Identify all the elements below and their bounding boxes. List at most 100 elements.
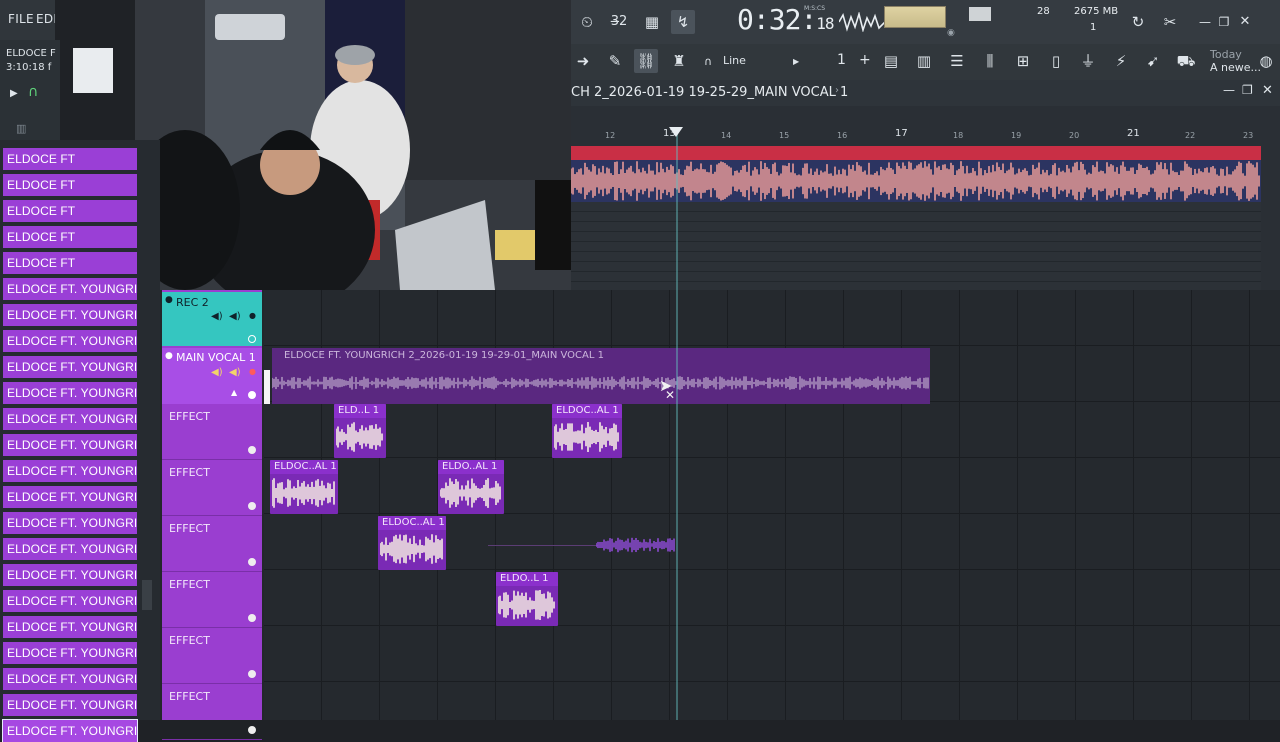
editor-waveform[interactable] (571, 160, 1261, 202)
browser-item[interactable]: ELDOCE FT. YOUNGRICH 2... (3, 616, 137, 638)
browser-item[interactable]: ELDOCE FT. YOUNGRICH 2... (3, 538, 137, 560)
step-value[interactable]: 1 (837, 52, 846, 68)
track-select-dot[interactable] (248, 335, 256, 343)
track-speaker-icon[interactable]: ◀) (211, 367, 223, 378)
wand-icon[interactable]: ⚡ (1109, 49, 1133, 73)
track-select-dot[interactable] (248, 502, 256, 510)
track-header-effect[interactable]: EFFECT (162, 404, 262, 460)
plugin-icon[interactable]: ⏚ (1076, 49, 1100, 73)
browser-item[interactable]: ELDOCE FT. YOUNGRICH 2... (3, 460, 137, 482)
browser-item[interactable]: ELDOCE FT. YOUNGRICH 2... (3, 564, 137, 586)
browser-item[interactable]: ELDOCE FT. YOUNGRICH 2... (3, 304, 137, 326)
browser-tree-icon[interactable]: ⊞ (1011, 49, 1035, 73)
browser-item[interactable]: ELDOCE FT. YOUNGRICH 2... (3, 512, 137, 534)
piano-roll-icon[interactable]: ▥ (912, 49, 936, 73)
track-select-dot[interactable] (248, 614, 256, 622)
browser-item[interactable]: ELDOCE FT. YOUNGRICH 2... (2, 719, 138, 742)
playlist-icon[interactable]: ▤ (879, 49, 903, 73)
mixer-icon[interactable]: ⫼ (978, 49, 1002, 73)
browser-item[interactable]: ELDOCE FT. YOUNGRICH 2... (3, 356, 137, 378)
headphones-icon[interactable]: ∩ (28, 84, 38, 100)
metronome-icon[interactable]: 3̶2 (607, 10, 631, 34)
track-header-effect[interactable]: EFFECT (162, 684, 262, 740)
browser-item[interactable]: ELDOCE FT (3, 200, 137, 222)
playlist-lanes[interactable]: ELDOCE FT. YOUNGRICH 2_2026-01-19 19-29-… (264, 290, 1280, 720)
shortcut-icon[interactable]: ➹ (1141, 49, 1165, 73)
effect-clip[interactable]: ELDOC..AL 1 (378, 516, 446, 570)
track-led-icon[interactable]: ● (249, 311, 256, 320)
track-select-dot[interactable] (248, 670, 256, 678)
browser-item[interactable]: ELDOCE FT. YOUNGRICH 2... (3, 590, 137, 612)
browser-item[interactable]: ELDOCE FT. YOUNGRICH 2... (3, 434, 137, 456)
pencil-icon[interactable]: ✎ (603, 49, 627, 73)
tools-icon[interactable]: ✂ (1158, 10, 1182, 34)
playhead-marker-icon[interactable] (669, 127, 683, 137)
editor-region-strip[interactable] (571, 146, 1261, 160)
track-select-dot[interactable] (248, 726, 256, 734)
track-select-dot[interactable] (248, 446, 256, 454)
browser-item[interactable]: ELDOCE FT (3, 226, 137, 248)
track-mute-icon[interactable]: ◀) (229, 311, 241, 322)
document-icon[interactable]: ▯ (1044, 49, 1068, 73)
browser-item[interactable]: ELDOCE FT. YOUNGRICH 2... (3, 382, 137, 404)
track-record-led-icon[interactable]: ● (249, 367, 256, 376)
link-icon[interactable]: ⛓ (634, 49, 658, 73)
browser-item[interactable]: ELDOCE FT. YOUNGRICH 2... (3, 642, 137, 664)
track-record-icon[interactable]: ● (165, 295, 173, 305)
browser-item[interactable]: ELDOCE FT. YOUNGRICH 2... (3, 278, 137, 300)
refresh-icon[interactable]: ↻ (1126, 10, 1150, 34)
track-header-effect[interactable]: EFFECT (162, 460, 262, 516)
loop-marker[interactable] (264, 370, 270, 404)
browser-item[interactable]: ELDOCE FT. YOUNGRICH 2... (3, 694, 137, 716)
track-header-rec2[interactable]: ● REC 2 ◀) ◀) ● (162, 292, 262, 346)
arrow-right-icon[interactable]: ➜ (571, 49, 595, 73)
time-format[interactable]: M:S:CS (804, 5, 825, 12)
bars-icon[interactable]: ▥ (16, 122, 26, 135)
chevron-right-icon[interactable]: › (835, 85, 839, 96)
clip-close-icon[interactable]: ✕ (665, 388, 675, 402)
typing-keyboard-icon[interactable]: ⏲ (575, 10, 599, 34)
track-header-effect[interactable]: EFFECT (162, 628, 262, 684)
browser-item[interactable]: ELDOCE FT. YOUNGRICH 2... (3, 330, 137, 352)
track-up-icon[interactable]: ▲ (231, 388, 237, 397)
editor-close-icon[interactable]: ✕ (1262, 83, 1273, 98)
close-icon[interactable]: ✕ (1233, 10, 1257, 34)
editor-minimize-icon[interactable]: — (1223, 83, 1235, 97)
play-small-icon[interactable]: ▶ (793, 57, 799, 66)
effect-clip[interactable]: ELDO..AL 1 (438, 460, 504, 514)
snap-selector[interactable]: Line (723, 54, 746, 67)
browser-item[interactable]: ELDOCE FT. YOUNGRICH 2... (3, 668, 137, 690)
track-mute-icon[interactable]: ◀) (229, 367, 241, 378)
track-record-icon[interactable]: ● (165, 351, 173, 361)
magnet-icon[interactable]: ∩ (696, 50, 720, 74)
track-header-effect[interactable]: EFFECT (162, 572, 262, 628)
track-select-dot[interactable] (248, 558, 256, 566)
step-plus-button[interactable]: + (859, 52, 871, 68)
track-select-dot[interactable] (248, 391, 256, 399)
channel-rack-icon[interactable]: ☰ (945, 49, 969, 73)
effect-clip[interactable]: ELDOC..AL 1 (270, 460, 338, 514)
main-vocal-clip[interactable]: ELDOCE FT. YOUNGRICH 2_2026-01-19 19-29-… (272, 348, 930, 404)
browser-item[interactable]: ELDOCE FT (3, 148, 137, 170)
track-speaker-icon[interactable]: ◀) (211, 311, 223, 322)
browser-item[interactable]: ELDOCE FT. YOUNGRICH 2... (3, 486, 137, 508)
track-header-effect[interactable]: EFFECT (162, 516, 262, 572)
playhead[interactable] (676, 128, 678, 720)
globe-icon[interactable]: ◍ (1254, 49, 1278, 73)
effect-clip[interactable]: ELDO..L 1 (496, 572, 558, 626)
browser-item[interactable]: ELDOCE FT (3, 252, 137, 274)
track-header-main-vocal[interactable]: ● MAIN VOCAL 1 ◀) ◀) ● ▲ (162, 348, 262, 404)
browser-item[interactable]: ELDOCE FT. YOUNGRICH 2... (3, 408, 137, 430)
cart-icon[interactable]: ⛟ (1174, 49, 1198, 73)
browser-item[interactable]: ELDOCE FT (3, 174, 137, 196)
stamp-icon[interactable]: ♜ (667, 49, 691, 73)
pattern-icon[interactable]: ▦ (640, 10, 664, 34)
browser-scrollbar[interactable] (142, 580, 152, 610)
effect-clip[interactable]: ELDOC..AL 1 (552, 404, 622, 458)
pitch-knob-icon[interactable]: ◉ (947, 28, 955, 38)
loop-record-icon[interactable]: ↯ (671, 10, 695, 34)
play-arrow-icon[interactable]: ▶ (10, 88, 18, 99)
effect-clip[interactable]: ELD..L 1 (334, 404, 386, 458)
editor-restore-icon[interactable]: ❐ (1242, 83, 1253, 97)
menu-file[interactable]: FILE (8, 12, 34, 26)
